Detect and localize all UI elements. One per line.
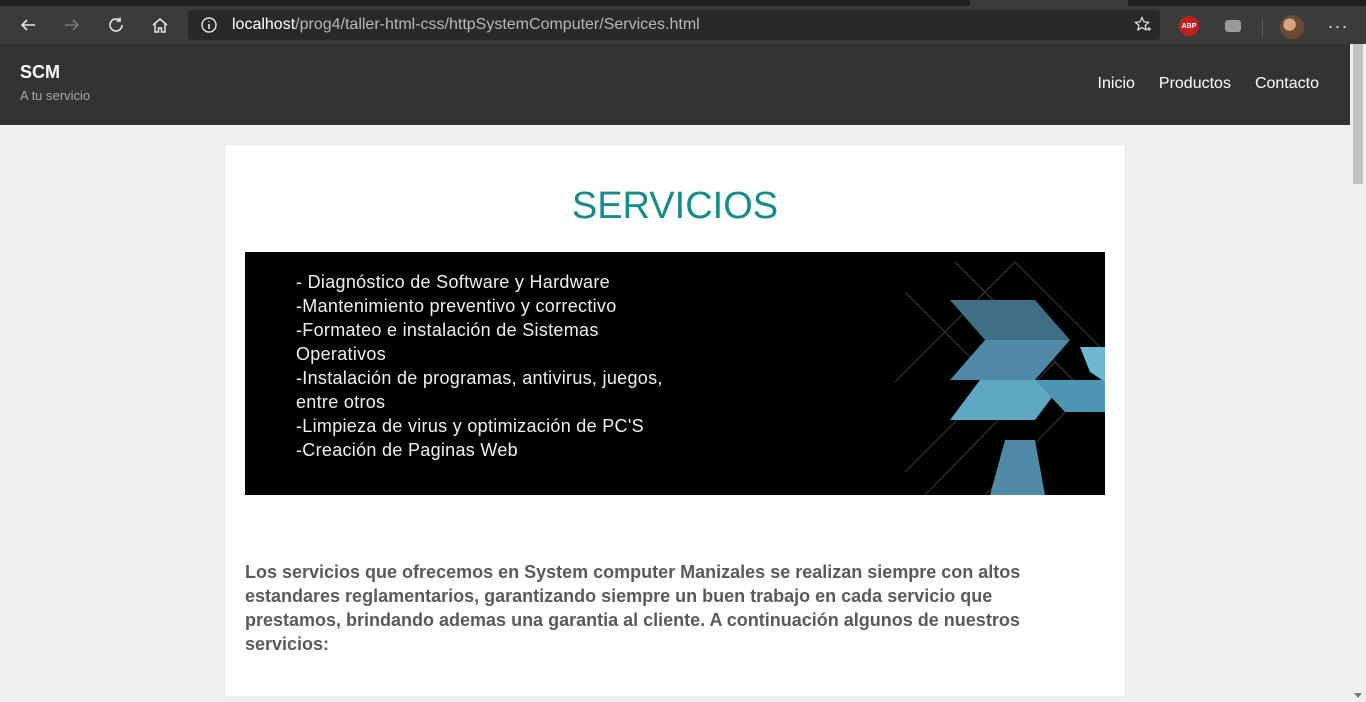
banner-line: -Formateo e instalación de Sistemas — [296, 320, 599, 340]
extension-icon[interactable] — [1225, 20, 1241, 32]
banner-line: -Mantenimiento preventivo y correctivo — [296, 296, 617, 316]
banner-line: Operativos — [296, 344, 387, 364]
banner-line: - Diagnóstico de Software y Hardware — [296, 272, 610, 292]
banner-line: entre otros — [296, 392, 386, 412]
page-scrollbar[interactable] — [1350, 44, 1366, 702]
back-button[interactable] — [13, 10, 43, 40]
url-text: localhost/prog4/taller-html-css/httpSyst… — [232, 16, 700, 34]
url-host: localhost — [232, 16, 296, 33]
content-card: SERVICIOS - Diagnóstico de Software y Ha… — [225, 145, 1125, 696]
more-menu-icon[interactable]: ··· — [1326, 16, 1350, 36]
arrow-right-icon — [65, 19, 80, 31]
site-tagline: A tu servicio — [20, 88, 91, 103]
arrow-left-icon — [20, 19, 35, 31]
banner-line: -Creación de Paginas Web — [296, 440, 518, 460]
site-brand[interactable]: SCM — [20, 62, 60, 83]
adblock-extension-icon[interactable]: ABP — [1179, 16, 1199, 36]
banner-line: -Limpieza de virus y optimización de PC'… — [296, 416, 644, 436]
reload-icon — [109, 17, 123, 32]
banner-geometric-decoration — [895, 261, 1105, 495]
favorite-star-icon[interactable] — [1134, 16, 1152, 34]
adblock-label: ABP — [1181, 22, 1197, 30]
info-icon[interactable] — [200, 16, 218, 34]
address-bar[interactable]: localhost/prog4/taller-html-css/httpSyst… — [188, 10, 1160, 40]
scrollbar-thumb[interactable] — [1353, 44, 1363, 184]
nav-link-contacto[interactable]: Contacto — [1255, 75, 1319, 93]
services-banner-image: - Diagnóstico de Software y Hardware -Ma… — [245, 252, 1105, 495]
forward-button[interactable] — [57, 10, 87, 40]
services-description: Los servicios que ofrecemos en System co… — [245, 562, 1021, 654]
main-nav: Inicio Productos Contacto — [1074, 75, 1319, 93]
banner-services-list: - Diagnóstico de Software y Hardware -Ma… — [296, 270, 716, 462]
banner-line: -Instalación de programas, antivirus, ju… — [296, 368, 663, 388]
nav-link-productos[interactable]: Productos — [1159, 75, 1231, 93]
url-path: /prog4/taller-html-css/httpSystemCompute… — [295, 16, 700, 33]
browser-toolbar: localhost/prog4/taller-html-css/httpSyst… — [0, 6, 1366, 44]
site-header: SCM A tu servicio Inicio Productos Conta… — [0, 44, 1350, 125]
toolbar-divider — [1262, 18, 1263, 38]
reload-button[interactable] — [101, 10, 131, 40]
home-button[interactable] — [145, 10, 175, 40]
page-title: SERVICIOS — [571, 185, 779, 227]
scroll-down-arrow-icon[interactable] — [1354, 693, 1362, 698]
nav-link-inicio[interactable]: Inicio — [1098, 75, 1135, 93]
profile-avatar[interactable] — [1280, 15, 1304, 39]
home-icon — [152, 18, 168, 33]
